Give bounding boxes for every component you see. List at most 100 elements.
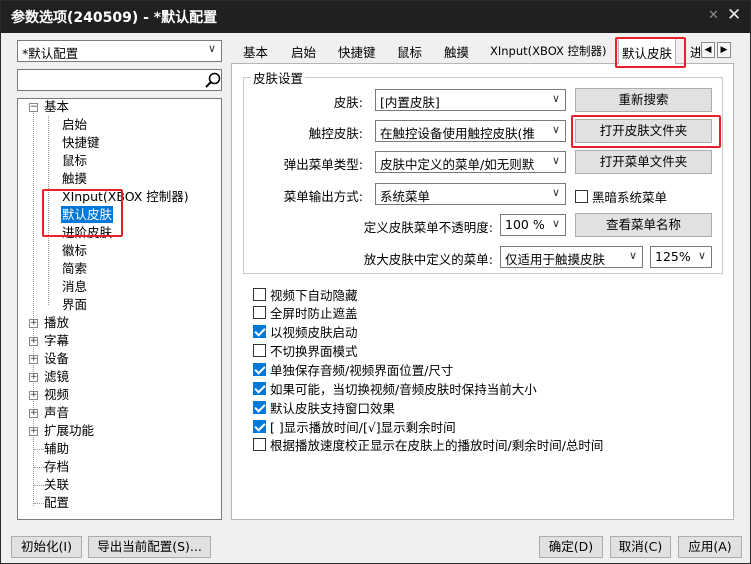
highlight-box [615,37,686,68]
tree-item-association[interactable]: 关联 [43,476,70,493]
tab-truncated[interactable]: 进 [690,42,700,61]
tree-item-audio[interactable]: 声音 [43,404,70,421]
tab-touch[interactable]: 触摸 [444,42,469,61]
research-button[interactable]: 重新搜索 [575,88,712,112]
option-label: 根据播放速度校正显示在皮肤上的播放时间/剩余时间/总时间 [270,438,604,453]
ok-button[interactable]: 确定(D) [539,536,603,558]
expand-icon[interactable]: + [29,391,38,400]
preferences-window: 参数选项(240509) - *默认配置 ✕ ✕ *默认配置 ∨ − 基本 启始… [0,0,751,564]
tree-item-subtitles[interactable]: 字幕 [43,332,70,349]
option-checkbox[interactable] [253,420,266,433]
view-menu-names-button[interactable]: 查看菜单名称 [575,213,712,237]
tab-startup[interactable]: 启始 [291,42,316,61]
chevron-down-icon: ∨ [549,217,560,230]
option-label: 如果可能，当切换视频/音频皮肤时保持当前大小 [270,382,537,397]
tree-item-shortcuts[interactable]: 快捷键 [61,134,101,151]
tree-item-messages[interactable]: 消息 [61,278,88,295]
menu-scale-select[interactable]: 125% ∨ [650,246,712,268]
dark-menu-label: 黑暗系统菜单 [592,190,668,205]
menu-opacity-select[interactable]: 100 % ∨ [500,214,566,236]
skin-label: 皮肤: [333,95,363,110]
dark-menu-checkbox[interactable] [575,190,588,203]
tree-item-assist[interactable]: 辅助 [43,440,70,457]
menu-output-label: 菜单输出方式: [283,189,363,204]
option-row[interactable]: 全屏时防止遮盖 [253,303,358,322]
skin-select[interactable]: [内置皮肤] ∨ [375,89,566,111]
option-row[interactable]: 根据播放速度校正显示在皮肤上的播放时间/剩余时间/总时间 [253,435,603,454]
tree-item-basic[interactable]: 基本 [43,98,70,115]
option-label: 不切换界面模式 [270,344,358,359]
open-menu-folder-button[interactable]: 打开菜单文件夹 [575,150,712,174]
tree-item-video[interactable]: 视频 [43,386,70,403]
option-label: 全屏时防止遮盖 [270,306,358,321]
tree-item-config[interactable]: 配置 [43,494,70,511]
tab-mouse[interactable]: 鼠标 [397,42,422,61]
chevron-down-icon: ∨ [549,154,560,167]
collapse-icon[interactable]: − [29,103,38,112]
apply-button[interactable]: 应用(A) [678,536,742,558]
expand-icon[interactable]: + [29,355,38,364]
touch-skin-select[interactable]: 在触控设备使用触控皮肤(推 ∨ [375,120,566,142]
tree-item-startup[interactable]: 启始 [61,116,88,133]
profile-select-value: *默认配置 [22,46,79,61]
tree-item-devices[interactable]: 设备 [43,350,70,367]
tree-item-mouse[interactable]: 鼠标 [61,152,88,169]
option-label: 默认皮肤支持窗口效果 [270,401,396,416]
close-icon[interactable]: ✕ [727,5,741,25]
tab-xinput[interactable]: XInput(XBOX 控制器) [490,43,607,59]
popup-menu-select[interactable]: 皮肤中定义的菜单/如无则默 ∨ [375,151,566,173]
option-checkbox[interactable] [253,344,266,357]
enlarge-menu-value: 仅适用于触摸皮肤 [505,252,606,267]
popup-menu-select-value: 皮肤中定义的菜单/如无则默 [380,157,535,172]
cancel-button[interactable]: 取消(C) [610,536,671,558]
search-input[interactable] [17,69,222,91]
highlight-box [42,189,123,237]
expand-icon[interactable]: + [29,409,38,418]
option-checkbox[interactable] [253,325,266,338]
option-row[interactable]: 不切换界面模式 [253,341,358,360]
option-checkbox[interactable] [253,382,266,395]
tree-item-archive[interactable]: 存档 [43,458,70,475]
skin-select-value: [内置皮肤] [380,95,440,110]
option-checkbox[interactable] [253,306,266,319]
tab-scroll-right-icon[interactable]: ▶ [717,42,731,58]
tree-item-index[interactable]: 简索 [61,260,88,277]
tree-item-interface[interactable]: 界面 [61,296,88,313]
export-config-button[interactable]: 导出当前配置(S)... [88,536,211,558]
tree-item-playback[interactable]: 播放 [43,314,70,331]
enlarge-menu-select[interactable]: 仅适用于触摸皮肤 ∨ [500,246,643,268]
chevron-down-icon: ∨ [549,123,560,136]
option-checkbox[interactable] [253,363,266,376]
chevron-down-icon: ∨ [695,249,706,262]
tree-item-filters[interactable]: 滤镜 [43,368,70,385]
tab-shortcuts[interactable]: 快捷键 [338,42,376,61]
menu-opacity-value: 100 % [505,217,545,232]
initialize-button[interactable]: 初始化(I) [11,536,82,558]
tree-item-extensions[interactable]: 扩展功能 [43,422,95,439]
expand-icon[interactable]: + [29,427,38,436]
option-row[interactable]: 如果可能，当切换视频/音频皮肤时保持当前大小 [253,379,537,398]
option-checkbox[interactable] [253,288,266,301]
tree-item-touch[interactable]: 触摸 [61,170,88,187]
search-icon[interactable] [204,71,222,89]
option-row[interactable]: 视频下自动隐藏 [253,285,358,304]
menu-output-select[interactable]: 系统菜单 ∨ [375,183,566,205]
tab-basic[interactable]: 基本 [243,42,268,61]
profile-select[interactable]: *默认配置 ∨ [17,40,222,62]
option-row[interactable]: 默认皮肤支持窗口效果 [253,398,395,417]
chevron-down-icon: ∨ [626,249,637,262]
dark-menu-checkbox-row[interactable]: 黑暗系统菜单 [575,187,667,206]
option-checkbox[interactable] [253,401,266,414]
option-checkbox[interactable] [253,438,266,451]
option-label: 单独保存音频/视频界面位置/尺寸 [270,363,454,378]
tab-scroll-left-icon[interactable]: ◀ [701,42,715,58]
pin-icon[interactable]: ✕ [708,8,719,23]
expand-icon[interactable]: + [29,319,38,328]
option-row[interactable]: 单独保存音频/视频界面位置/尺寸 [253,360,453,379]
expand-icon[interactable]: + [29,337,38,346]
tree-item-logo[interactable]: 徽标 [61,242,88,259]
chevron-down-icon: ∨ [207,42,216,55]
option-row[interactable]: [ ]显示播放时间/[√]显示剩余时间 [253,417,456,436]
expand-icon[interactable]: + [29,373,38,382]
option-row[interactable]: 以视频皮肤启动 [253,322,358,341]
